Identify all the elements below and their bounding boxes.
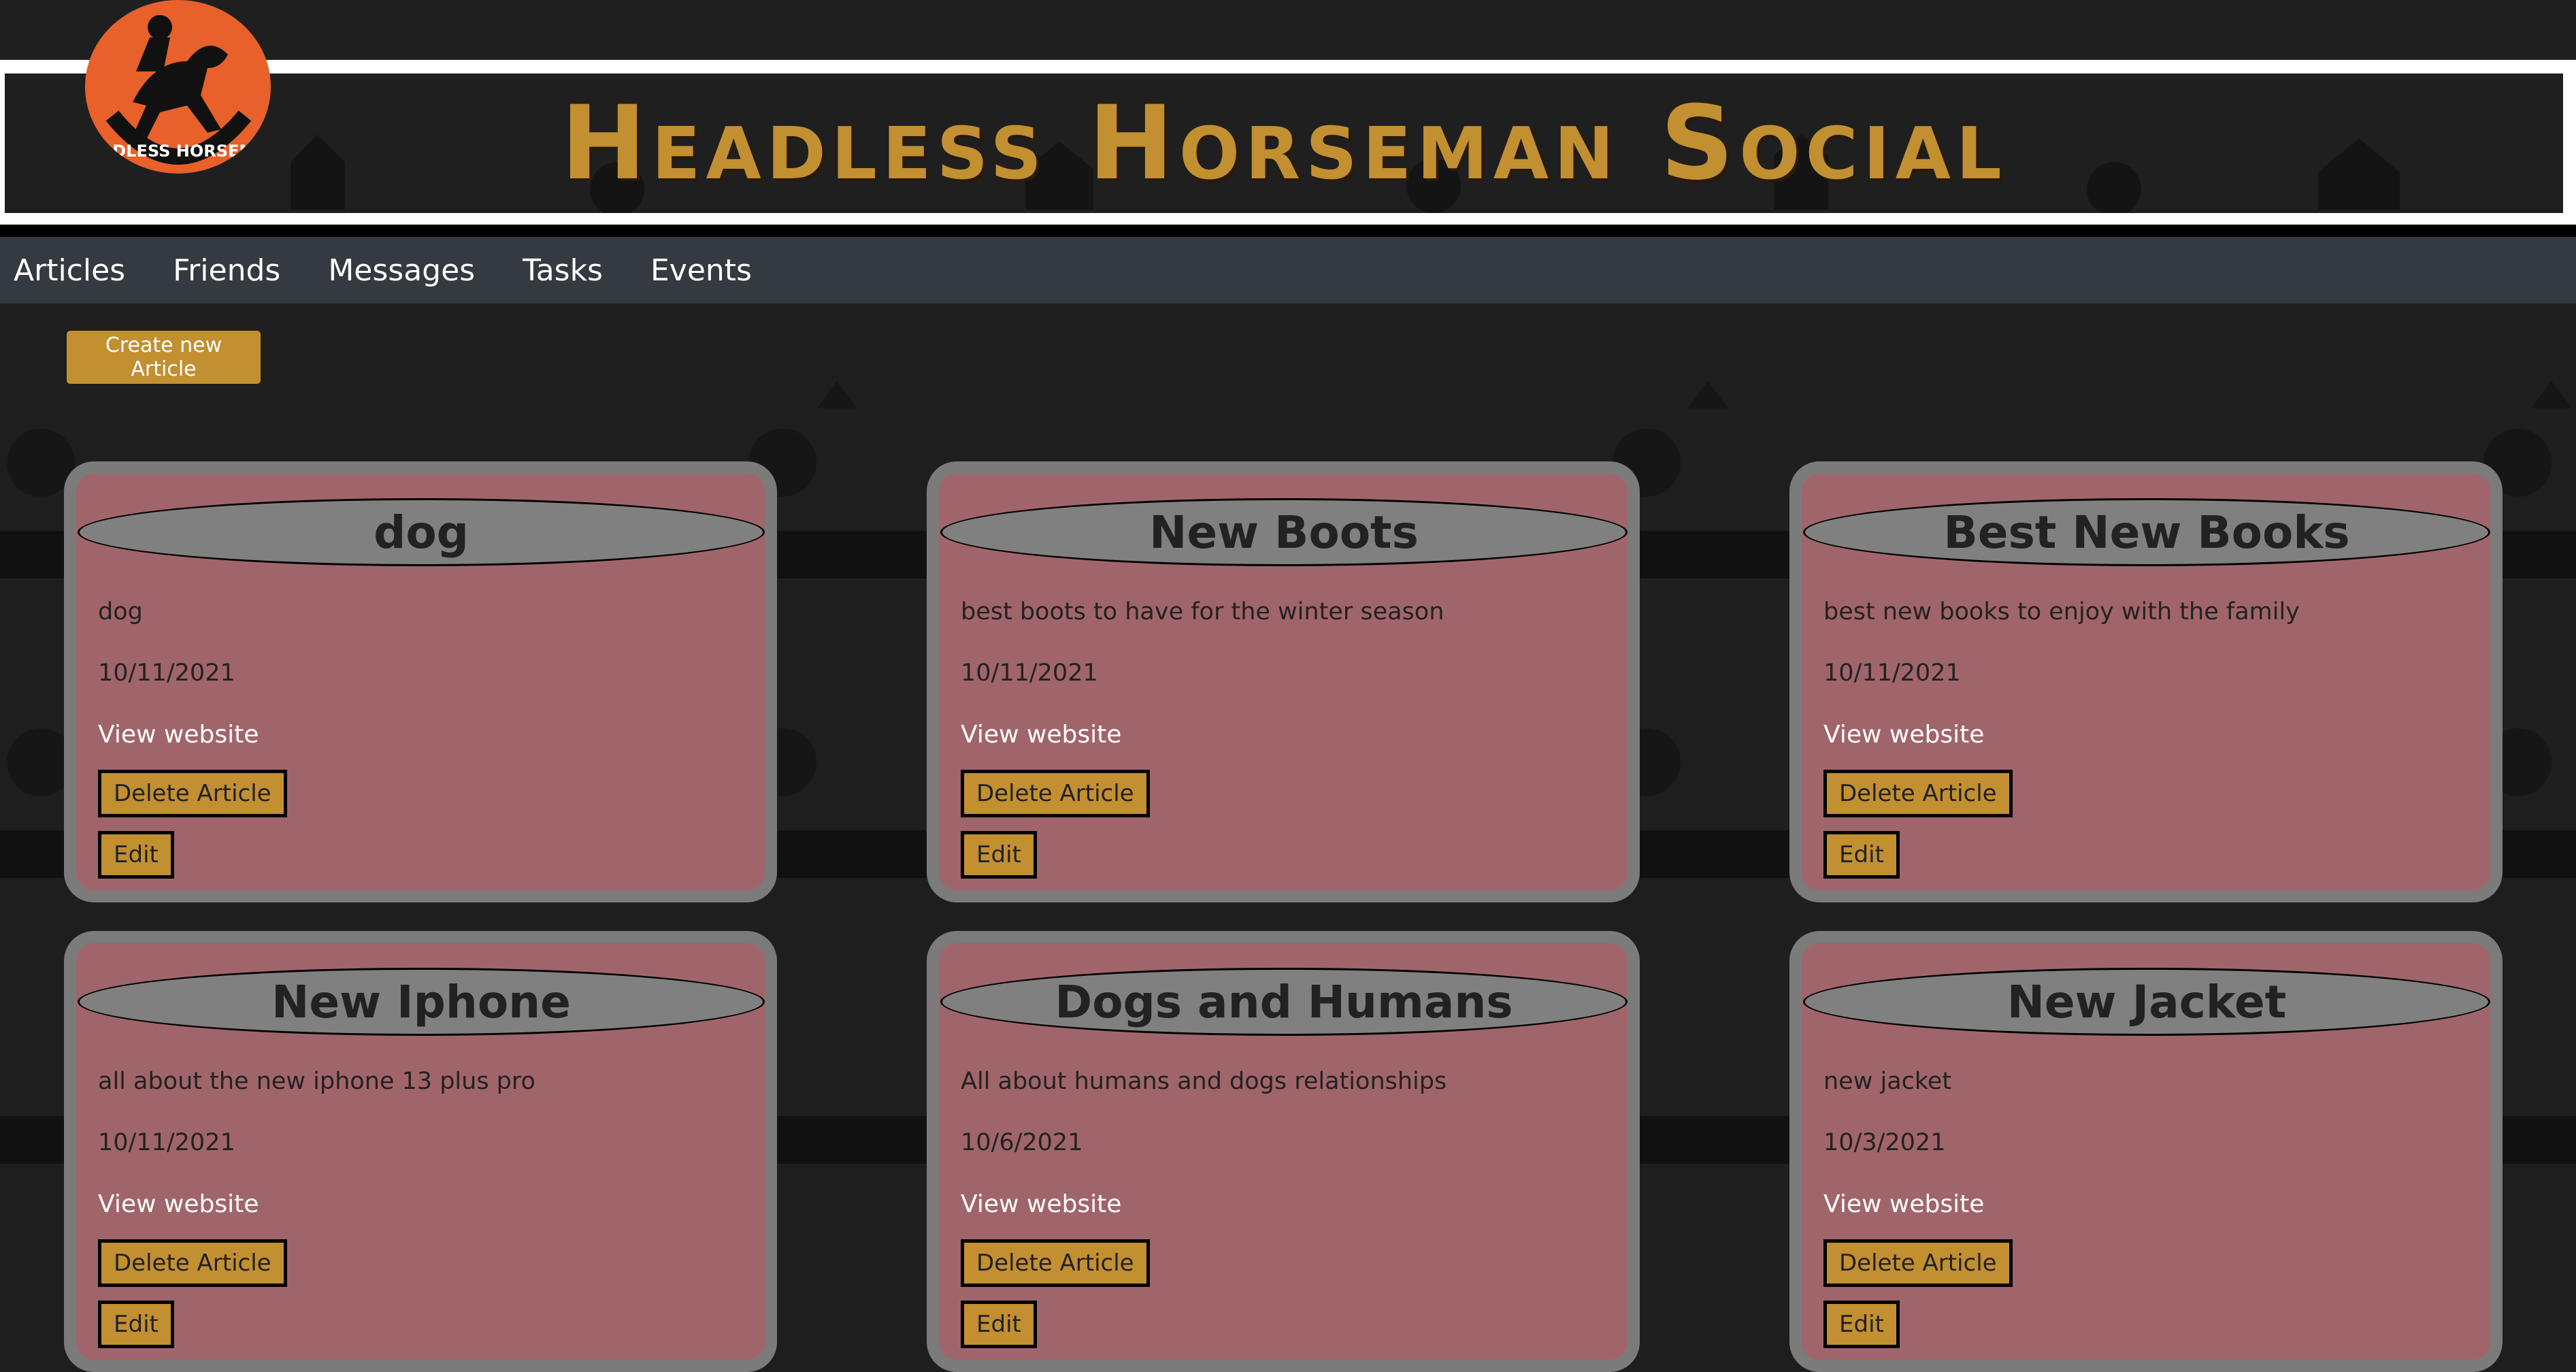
edit-button[interactable]: Edit xyxy=(1823,1301,1900,1348)
banner: Headless Horseman Social xyxy=(5,74,2563,213)
article-card: Dogs and Humans All about humans and dog… xyxy=(927,931,1640,1372)
nav-item-friends[interactable]: Friends xyxy=(173,253,280,288)
edit-button[interactable]: Edit xyxy=(961,1301,1037,1348)
card-date: 10/11/2021 xyxy=(1823,659,1961,687)
article-card: New Iphone all about the new iphone 13 p… xyxy=(64,931,777,1372)
card-title-oval: Best New Books xyxy=(1803,498,2490,566)
card-title: Dogs and Humans xyxy=(1055,975,1513,1028)
create-article-button[interactable]: Create new Article xyxy=(67,331,261,384)
card-title: New Boots xyxy=(1149,506,1419,559)
logo[interactable]: HEADLESS HORSEMEN xyxy=(85,0,271,174)
article-card: New Jacket new jacket 10/3/2021 View web… xyxy=(1789,931,2503,1372)
card-date: 10/11/2021 xyxy=(98,1129,235,1156)
card-description: dog xyxy=(98,598,143,625)
card-title-oval: New Iphone xyxy=(78,968,765,1036)
article-card: Best New Books best new books to enjoy w… xyxy=(1789,461,2503,902)
edit-button[interactable]: Edit xyxy=(98,831,174,879)
delete-article-button[interactable]: Delete Article xyxy=(98,770,287,817)
nav-item-events[interactable]: Events xyxy=(650,253,752,288)
nav-item-messages[interactable]: Messages xyxy=(328,253,475,288)
delete-article-button[interactable]: Delete Article xyxy=(961,1239,1150,1287)
edit-button[interactable]: Edit xyxy=(1823,831,1900,879)
delete-article-button[interactable]: Delete Article xyxy=(1823,770,2013,817)
card-title: Best New Books xyxy=(1943,506,2350,559)
card-title: New Jacket xyxy=(2007,975,2287,1028)
card-description: best new books to enjoy with the family xyxy=(1823,598,2300,625)
card-description: All about humans and dogs relationships xyxy=(961,1068,1447,1095)
card-title: New Iphone xyxy=(271,975,571,1028)
view-website-link[interactable]: View website xyxy=(98,721,259,749)
edit-button[interactable]: Edit xyxy=(961,831,1037,879)
nav-item-articles[interactable]: Articles xyxy=(14,253,125,288)
view-website-link[interactable]: View website xyxy=(961,721,1121,749)
card-title: dog xyxy=(374,506,469,559)
card-description: new jacket xyxy=(1823,1068,1952,1095)
nav-item-tasks[interactable]: Tasks xyxy=(523,253,603,288)
main-nav: Articles Friends Messages Tasks Events xyxy=(0,237,2576,304)
site-title: Headless Horseman Social xyxy=(561,84,2007,203)
card-title-oval: New Jacket xyxy=(1803,968,2490,1036)
article-card: dog dog 10/11/2021 View website Delete A… xyxy=(64,461,777,902)
card-date: 10/11/2021 xyxy=(961,659,1098,687)
view-website-link[interactable]: View website xyxy=(961,1190,1121,1218)
view-website-link[interactable]: View website xyxy=(1823,1190,1984,1218)
top-strip xyxy=(0,0,2576,61)
article-card: New Boots best boots to have for the win… xyxy=(927,461,1640,902)
card-date: 10/3/2021 xyxy=(1823,1129,1946,1156)
card-date: 10/6/2021 xyxy=(961,1129,1083,1156)
view-website-link[interactable]: View website xyxy=(1823,721,1984,749)
card-title-oval: New Boots xyxy=(940,498,1628,566)
card-title-oval: dog xyxy=(78,498,765,566)
edit-button[interactable]: Edit xyxy=(98,1301,174,1348)
delete-article-button[interactable]: Delete Article xyxy=(1823,1239,2013,1287)
card-description: best boots to have for the winter season xyxy=(961,598,1444,625)
delete-article-button[interactable]: Delete Article xyxy=(98,1239,287,1287)
card-title-oval: Dogs and Humans xyxy=(940,968,1628,1036)
card-description: all about the new iphone 13 plus pro xyxy=(98,1068,535,1095)
banner-divider xyxy=(0,225,2576,237)
view-website-link[interactable]: View website xyxy=(98,1190,259,1218)
delete-article-button[interactable]: Delete Article xyxy=(961,770,1150,817)
card-date: 10/11/2021 xyxy=(98,659,235,687)
